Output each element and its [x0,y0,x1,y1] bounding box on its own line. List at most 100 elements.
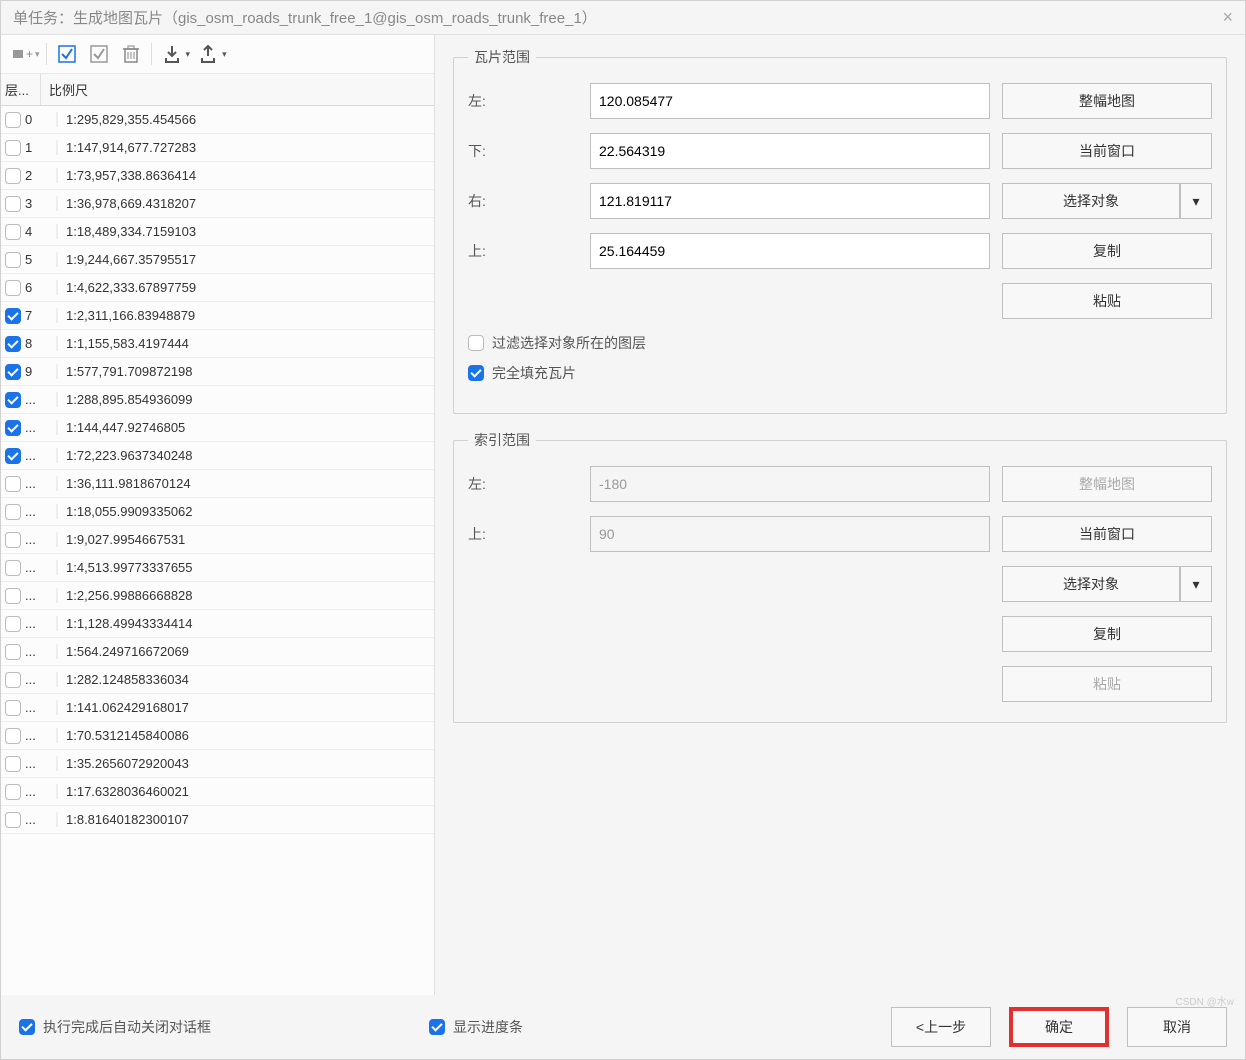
close-after-label: 执行完成后自动关闭对话框 [43,1017,211,1037]
row-level: ... [21,532,57,547]
row-checkbox[interactable] [5,728,21,744]
table-row[interactable]: 41:18,489,334.7159103 [1,218,434,246]
prev-button[interactable]: <上一步 [891,1007,991,1047]
table-row[interactable]: ...1:4,513.99773337655 [1,554,434,582]
table-row[interactable]: ...1:9,027.9954667531 [1,526,434,554]
table-row[interactable]: 11:147,914,677.727283 [1,134,434,162]
chevron-down-icon[interactable]: ▾ [1180,566,1212,602]
current-window-button[interactable]: 当前窗口 [1002,133,1212,169]
bottom-label: 下: [468,141,578,161]
table-row[interactable]: 91:577,791.709872198 [1,358,434,386]
row-checkbox[interactable] [5,168,21,184]
fill-tile-checkbox[interactable] [468,365,484,381]
filter-layer-label: 过滤选择对象所在的图层 [492,333,646,353]
table-row[interactable]: ...1:36,111.9818670124 [1,470,434,498]
row-checkbox[interactable] [5,280,21,296]
index-extent-legend: 索引范围 [468,430,536,450]
col-scale-header[interactable]: 比例尺 [41,74,434,105]
table-row[interactable]: ...1:1,128.49943334414 [1,610,434,638]
show-progress-checkbox[interactable] [429,1019,445,1035]
export-button[interactable] [194,41,222,67]
add-scale-button[interactable]: + [9,41,37,67]
row-checkbox[interactable] [5,560,21,576]
filter-layer-checkbox[interactable] [468,335,484,351]
row-checkbox[interactable] [5,532,21,548]
row-checkbox[interactable] [5,644,21,660]
row-checkbox[interactable] [5,308,21,324]
top-input[interactable] [590,233,990,269]
window-title: 单任务：生成地图瓦片（gis_osm_roads_trunk_free_1@gi… [13,7,597,28]
bottom-input[interactable] [590,133,990,169]
cancel-button[interactable]: 取消 [1127,1007,1227,1047]
top-label: 上: [468,241,578,261]
table-row[interactable]: ...1:35.2656072920043 [1,750,434,778]
table-row[interactable]: ...1:564.249716672069 [1,638,434,666]
row-checkbox[interactable] [5,420,21,436]
row-checkbox[interactable] [5,616,21,632]
right-input[interactable] [590,183,990,219]
row-scale: 1:577,791.709872198 [57,364,434,379]
idx-copy-button[interactable]: 复制 [1002,616,1212,652]
row-scale: 1:295,829,355.454566 [57,112,434,127]
table-row[interactable]: 61:4,622,333.67897759 [1,274,434,302]
row-scale: 1:141.062429168017 [57,700,434,715]
row-level: 1 [21,140,57,155]
table-row[interactable]: ...1:288,895.854936099 [1,386,434,414]
row-checkbox[interactable] [5,336,21,352]
import-button[interactable] [158,41,186,67]
table-row[interactable]: ...1:17.6328036460021 [1,778,434,806]
table-row[interactable]: ...1:141.062429168017 [1,694,434,722]
idx-current-window-button[interactable]: 当前窗口 [1002,516,1212,552]
table-row[interactable]: ...1:18,055.9909335062 [1,498,434,526]
row-checkbox[interactable] [5,756,21,772]
row-scale: 1:4,513.99773337655 [57,560,434,575]
row-checkbox[interactable] [5,224,21,240]
row-level: ... [21,756,57,771]
row-checkbox[interactable] [5,812,21,828]
left-label: 左: [468,91,578,111]
copy-button[interactable]: 复制 [1002,233,1212,269]
table-row[interactable]: ...1:144,447.92746805 [1,414,434,442]
row-checkbox[interactable] [5,672,21,688]
left-input[interactable] [590,83,990,119]
table-row[interactable]: ...1:2,256.99886668828 [1,582,434,610]
table-row[interactable]: ...1:72,223.9637340248 [1,442,434,470]
row-checkbox[interactable] [5,784,21,800]
row-checkbox[interactable] [5,196,21,212]
table-row[interactable]: 51:9,244,667.35795517 [1,246,434,274]
uncheck-all-button[interactable] [85,41,113,67]
row-checkbox[interactable] [5,588,21,604]
select-object-button[interactable]: 选择对象 ▾ [1002,183,1212,219]
row-checkbox[interactable] [5,476,21,492]
row-checkbox[interactable] [5,392,21,408]
row-checkbox[interactable] [5,700,21,716]
table-row[interactable]: 21:73,957,338.8636414 [1,162,434,190]
check-all-button[interactable] [53,41,81,67]
table-row[interactable]: ...1:8.81640182300107 [1,806,434,834]
table-row[interactable]: 81:1,155,583.4197444 [1,330,434,358]
col-level-header[interactable]: 层... [1,74,41,105]
close-icon[interactable]: × [1222,7,1233,28]
row-checkbox[interactable] [5,504,21,520]
full-map-button[interactable]: 整幅地图 [1002,83,1212,119]
delete-button[interactable] [117,41,145,67]
row-checkbox[interactable] [5,112,21,128]
idx-select-object-button[interactable]: 选择对象 ▾ [1002,566,1212,602]
row-scale: 1:36,978,669.4318207 [57,196,434,211]
paste-button[interactable]: 粘贴 [1002,283,1212,319]
table-row[interactable]: 01:295,829,355.454566 [1,106,434,134]
row-checkbox[interactable] [5,364,21,380]
row-checkbox[interactable] [5,140,21,156]
table-row[interactable]: 31:36,978,669.4318207 [1,190,434,218]
table-row[interactable]: ...1:70.5312145840086 [1,722,434,750]
row-level: 2 [21,168,57,183]
row-level: 7 [21,308,57,323]
close-after-checkbox[interactable] [19,1019,35,1035]
ok-button[interactable]: 确定 [1009,1007,1109,1047]
row-checkbox[interactable] [5,448,21,464]
row-checkbox[interactable] [5,252,21,268]
chevron-down-icon[interactable]: ▾ [1180,183,1212,219]
scale-panel: + ▾ ▾ [1,35,435,995]
table-row[interactable]: ...1:282.124858336034 [1,666,434,694]
table-row[interactable]: 71:2,311,166.83948879 [1,302,434,330]
